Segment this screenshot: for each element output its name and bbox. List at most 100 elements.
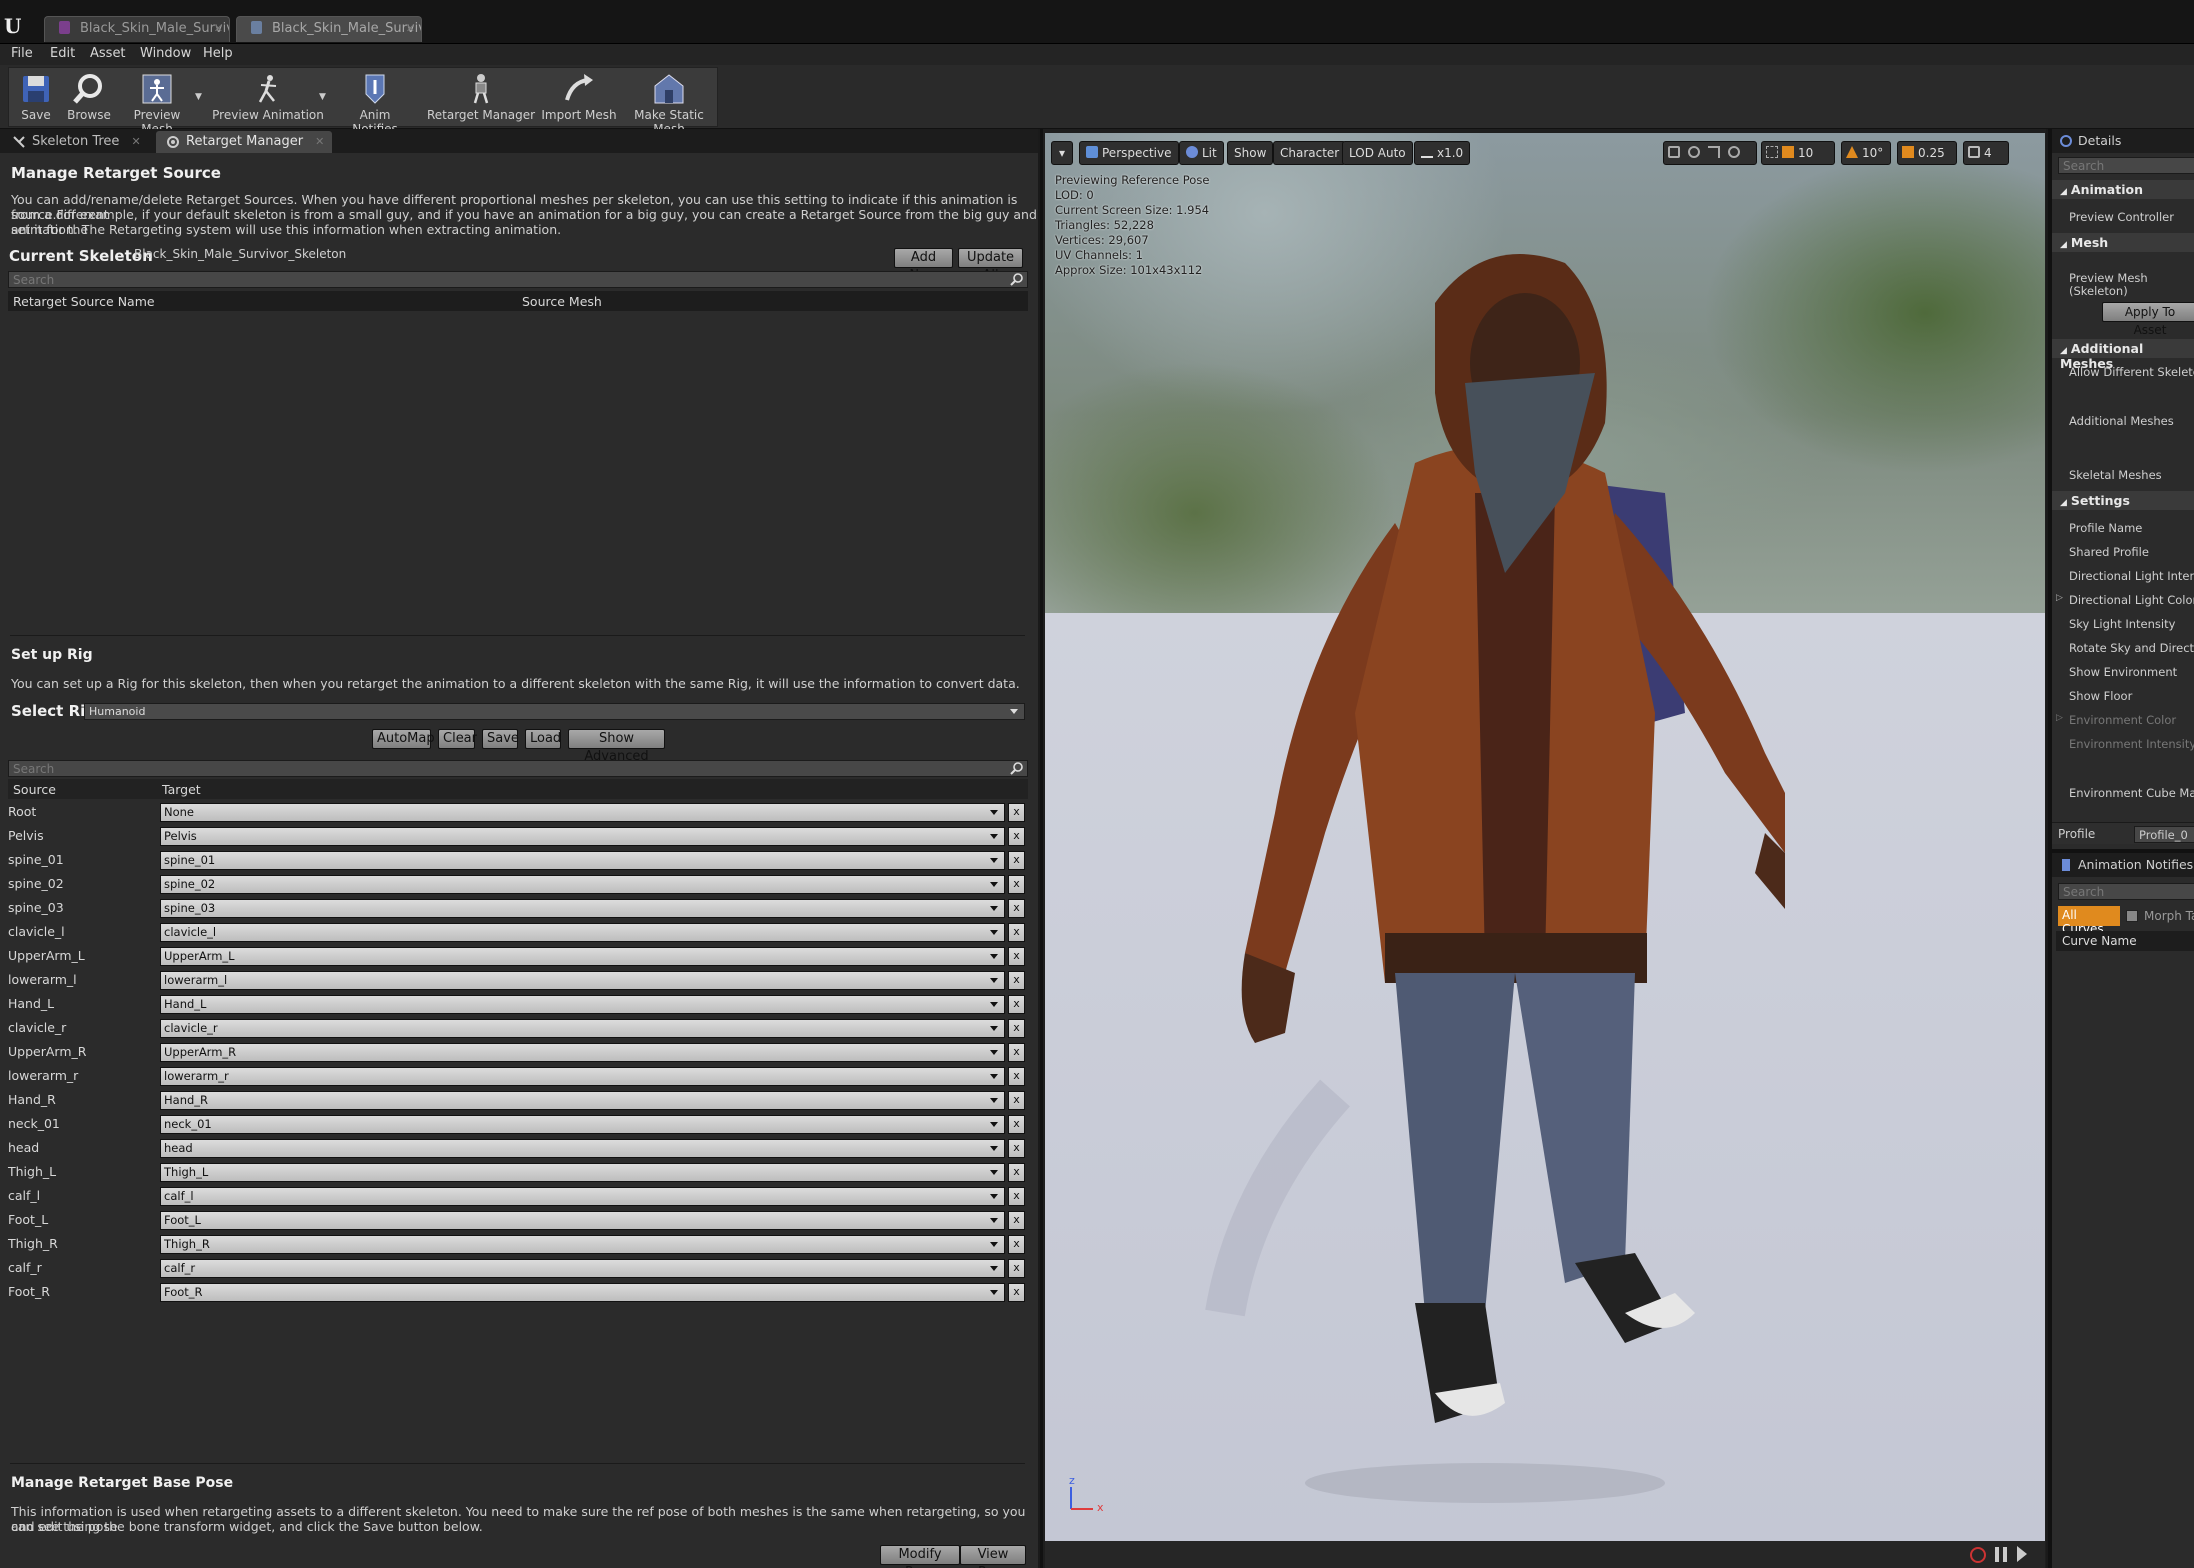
- tab-retarget-manager[interactable]: Retarget Manager ✕: [156, 131, 333, 153]
- anim-notifies-button[interactable]: Anim Notifies: [335, 68, 415, 136]
- modify-pose-button[interactable]: Modify Pose: [880, 1545, 960, 1568]
- bone-target-dropdown[interactable]: None: [160, 803, 1005, 822]
- clear-mapping-button[interactable]: x: [1008, 851, 1025, 870]
- bone-target-dropdown[interactable]: calf_r: [160, 1259, 1005, 1278]
- add-new-button[interactable]: Add New: [894, 248, 953, 283]
- clear-mapping-button[interactable]: x: [1008, 803, 1025, 822]
- bone-target-dropdown[interactable]: Foot_R: [160, 1283, 1005, 1302]
- expand-triangle-icon[interactable]: ▷: [2056, 713, 2063, 723]
- clear-mapping-button[interactable]: x: [1008, 1187, 1025, 1206]
- rotate-tool-icon[interactable]: [1688, 146, 1700, 158]
- curve-name-header[interactable]: Curve Name: [2056, 931, 2194, 951]
- curves-search-input[interactable]: Search: [2058, 883, 2194, 900]
- bone-target-dropdown[interactable]: Thigh_R: [160, 1235, 1005, 1254]
- tab-animation-notifies[interactable]: Animation Notifies: [2052, 853, 2194, 877]
- menu-edit[interactable]: Edit: [50, 46, 75, 61]
- close-tab-icon[interactable]: ✕: [406, 22, 415, 35]
- bone-target-dropdown[interactable]: lowerarm_l: [160, 971, 1005, 990]
- viewport-scene[interactable]: ▾ Perspective Lit Show Character LOD Aut…: [1045, 133, 2045, 1541]
- bone-target-dropdown[interactable]: clavicle_l: [160, 923, 1005, 942]
- column-target[interactable]: Target: [162, 782, 201, 797]
- category-additional-meshes[interactable]: ◢ Additional Meshes: [2052, 339, 2194, 371]
- tab-details[interactable]: Details: [2052, 129, 2194, 153]
- character-preview-mesh[interactable]: [1185, 193, 1785, 1533]
- clear-mapping-button[interactable]: x: [1008, 1091, 1025, 1110]
- clear-mapping-button[interactable]: x: [1008, 1283, 1025, 1302]
- preview-animation-dropdown-icon[interactable]: ▼: [319, 92, 326, 102]
- pause-icon[interactable]: [1995, 1547, 2007, 1562]
- scale-snap-button[interactable]: 0.25: [1897, 141, 1957, 165]
- perspective-button[interactable]: Perspective: [1079, 141, 1179, 165]
- bone-target-dropdown[interactable]: Hand_L: [160, 995, 1005, 1014]
- bone-target-dropdown[interactable]: spine_01: [160, 851, 1005, 870]
- save-button[interactable]: Save: [11, 68, 61, 126]
- clear-mapping-button[interactable]: x: [1008, 1235, 1025, 1254]
- character-menu-button[interactable]: Character: [1273, 141, 1347, 165]
- clear-mapping-button[interactable]: x: [1008, 1139, 1025, 1158]
- clear-button[interactable]: Clear: [438, 729, 477, 749]
- make-static-mesh-button[interactable]: Make Static Mesh: [621, 68, 717, 136]
- profile-select[interactable]: Profile_0: [2134, 826, 2194, 843]
- import-mesh-button[interactable]: Import Mesh: [537, 68, 621, 126]
- save-rig-button[interactable]: Save: [482, 729, 519, 749]
- category-mesh[interactable]: ◢ Mesh: [2052, 233, 2194, 252]
- clear-mapping-button[interactable]: x: [1008, 1211, 1025, 1230]
- retarget-source-search-input[interactable]: Search: [8, 271, 1028, 288]
- tab-skeleton-tree[interactable]: Skeleton Tree ✕: [2, 131, 149, 153]
- bone-target-dropdown[interactable]: Foot_L: [160, 1211, 1005, 1230]
- bone-target-dropdown[interactable]: spine_02: [160, 875, 1005, 894]
- bone-target-dropdown[interactable]: head: [160, 1139, 1005, 1158]
- details-search-input[interactable]: Search: [2058, 157, 2194, 174]
- menu-help[interactable]: Help: [203, 46, 233, 61]
- rig-search-input[interactable]: Search: [8, 760, 1028, 777]
- clear-mapping-button[interactable]: x: [1008, 875, 1025, 894]
- bone-target-dropdown[interactable]: Pelvis: [160, 827, 1005, 846]
- menu-asset[interactable]: Asset: [90, 46, 126, 61]
- world-local-icon[interactable]: [1728, 146, 1740, 158]
- unreal-logo-icon[interactable]: U: [4, 14, 30, 40]
- apply-to-asset-button[interactable]: Apply To Asset: [2102, 302, 2194, 337]
- preview-mesh-dropdown-icon[interactable]: ▼: [195, 92, 202, 102]
- step-forward-icon[interactable]: [2017, 1546, 2027, 1562]
- close-tab-icon[interactable]: ✕: [315, 135, 324, 148]
- category-animation[interactable]: ◢ Animation: [2052, 180, 2194, 199]
- column-source[interactable]: Source: [13, 782, 56, 797]
- rotation-snap-button[interactable]: 10°: [1841, 141, 1891, 165]
- viewport-options-button[interactable]: ▾: [1051, 141, 1073, 165]
- retarget-manager-button[interactable]: Retarget Manager: [425, 68, 537, 126]
- translate-tool-icon[interactable]: [1668, 146, 1680, 158]
- clear-mapping-button[interactable]: x: [1008, 827, 1025, 846]
- bone-target-dropdown[interactable]: neck_01: [160, 1115, 1005, 1134]
- menu-window[interactable]: Window: [140, 46, 191, 61]
- clear-mapping-button[interactable]: x: [1008, 947, 1025, 966]
- grid-snap-button[interactable]: 10: [1761, 141, 1835, 165]
- scale-tool-icon[interactable]: [1708, 146, 1720, 158]
- clear-mapping-button[interactable]: x: [1008, 899, 1025, 918]
- clear-mapping-button[interactable]: x: [1008, 1259, 1025, 1278]
- record-icon[interactable]: [1970, 1547, 1986, 1563]
- clear-mapping-button[interactable]: x: [1008, 1067, 1025, 1086]
- clear-mapping-button[interactable]: x: [1008, 1163, 1025, 1182]
- close-tab-icon[interactable]: ✕: [214, 22, 223, 35]
- clear-mapping-button[interactable]: x: [1008, 995, 1025, 1014]
- playback-speed-button[interactable]: x1.0: [1414, 141, 1471, 165]
- category-settings[interactable]: ◢ Settings: [2052, 491, 2194, 510]
- clear-mapping-button[interactable]: x: [1008, 971, 1025, 990]
- camera-speed-button[interactable]: 4: [1963, 141, 2009, 165]
- all-curves-toggle[interactable]: All Curves: [2058, 906, 2120, 936]
- menu-file[interactable]: File: [11, 46, 33, 61]
- preview-animation-button[interactable]: Preview Animation: [209, 68, 327, 126]
- preview-viewport[interactable]: ▾ Perspective Lit Show Character LOD Aut…: [1040, 129, 2046, 1568]
- view-pose-button[interactable]: View Pose: [960, 1545, 1026, 1568]
- bone-target-dropdown[interactable]: Thigh_L: [160, 1163, 1005, 1182]
- expand-triangle-icon[interactable]: ▷: [2056, 593, 2063, 603]
- preview-mesh-button[interactable]: Preview Mesh: [117, 68, 197, 136]
- browse-button[interactable]: Browse: [61, 68, 117, 126]
- bone-target-dropdown[interactable]: UpperArm_R: [160, 1043, 1005, 1062]
- show-flags-button[interactable]: Show: [1227, 141, 1274, 165]
- bone-target-dropdown[interactable]: Hand_R: [160, 1091, 1005, 1110]
- document-tab-2[interactable]: Black_Skin_Male_Survivor ✕: [236, 16, 422, 42]
- clear-mapping-button[interactable]: x: [1008, 1019, 1025, 1038]
- bone-target-dropdown[interactable]: UpperArm_L: [160, 947, 1005, 966]
- bone-target-dropdown[interactable]: clavicle_r: [160, 1019, 1005, 1038]
